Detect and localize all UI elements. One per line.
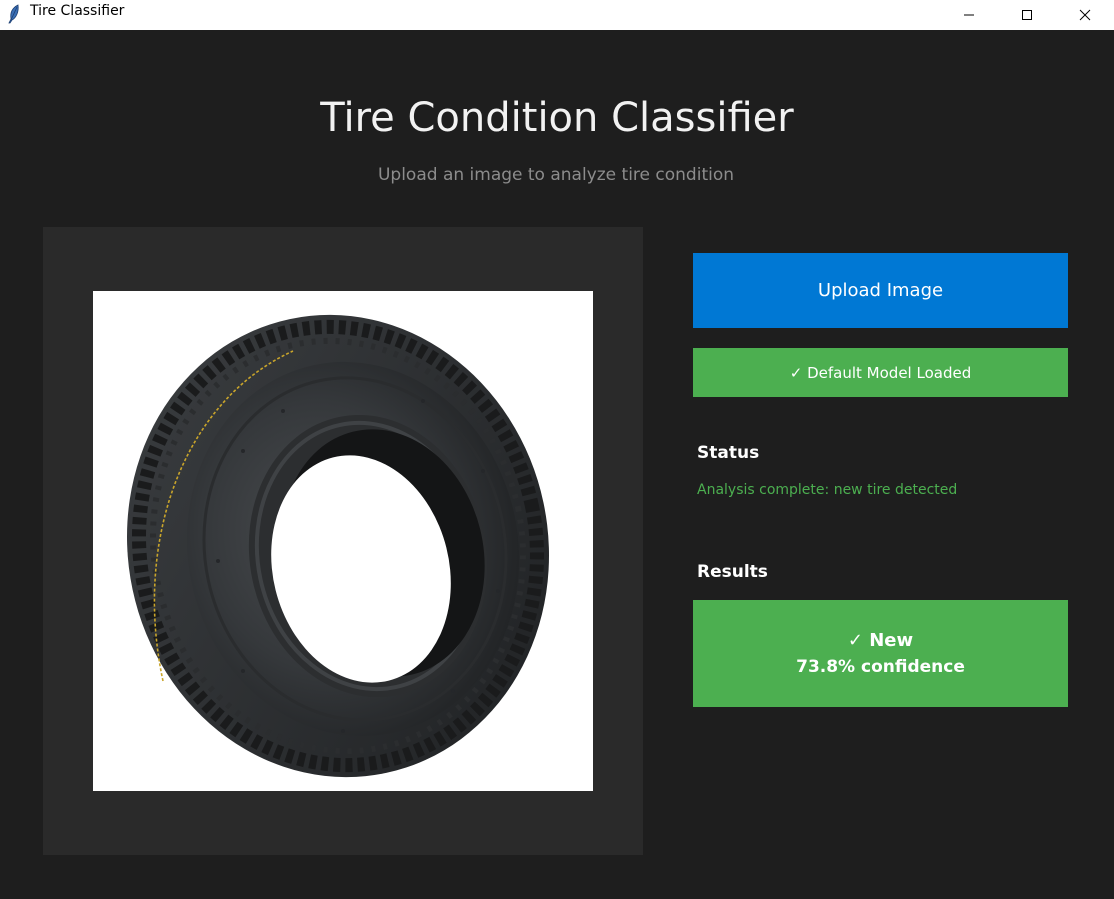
tire-photo (127, 314, 549, 778)
maximize-icon (1021, 9, 1033, 21)
result-label: ✓ New (847, 629, 914, 651)
status-heading: Status (697, 443, 760, 463)
app-window: Tire Classifier Tire Condition Classifie… (0, 0, 1114, 899)
page-subtitle: Upload an image to analyze tire conditio… (377, 165, 735, 185)
maximize-button[interactable] (998, 0, 1056, 30)
result-card: ✓ New 73.8% confidence (693, 600, 1068, 707)
results-heading: Results (697, 562, 768, 582)
model-status-badge: ✓ Default Model Loaded (693, 348, 1068, 397)
minimize-icon (963, 9, 975, 21)
result-confidence: 73.8% confidence (796, 656, 965, 677)
feather-icon (6, 4, 22, 24)
image-preview-panel (43, 227, 643, 855)
close-button[interactable] (1056, 0, 1114, 30)
title-bar: Tire Classifier (0, 0, 1114, 30)
minimize-button[interactable] (940, 0, 998, 30)
tire-image (93, 291, 593, 791)
upload-image-button[interactable]: Upload Image (693, 253, 1068, 328)
close-icon (1079, 9, 1091, 21)
status-message: Analysis complete: new tire detected (697, 482, 958, 498)
window-title: Tire Classifier (30, 3, 125, 19)
page-title: Tire Condition Classifier (320, 95, 794, 141)
